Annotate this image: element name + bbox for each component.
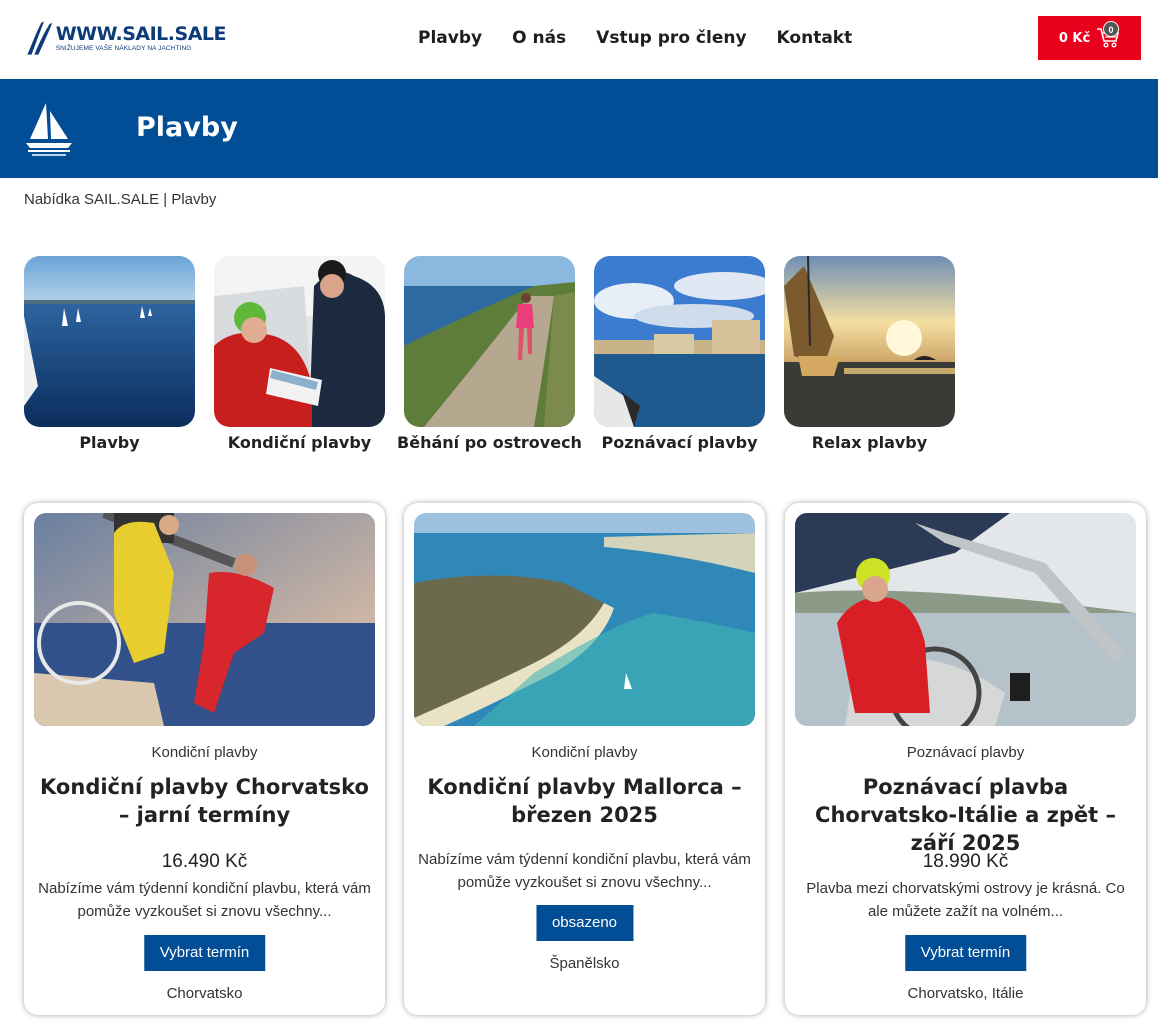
select-date-button[interactable]: Vybrat termín (904, 935, 1027, 971)
cart-price: 0 Kč (1058, 30, 1091, 46)
product-price: 18.990 Kč (922, 851, 1009, 872)
product-image[interactable] (414, 513, 755, 726)
product-category: Poznávací plavby (906, 744, 1025, 761)
product-card: Kondiční plavby Kondiční plavby Chorvats… (24, 503, 385, 1015)
product-description: Nabízíme vám týdenní kondiční plavbu, kt… (38, 880, 371, 920)
product-description: Plavba mezi chorvatskými ostrovy je krás… (806, 880, 1125, 920)
cart-count-badge: 0 (1103, 21, 1119, 37)
category-label[interactable]: Plavby (79, 432, 139, 454)
category-image[interactable] (594, 256, 765, 427)
product-title[interactable]: Poznávací plavba Chorvatsko-Itálie a zpě… (795, 773, 1136, 857)
product-card: Poznávací plavby Poznávací plavba Chorva… (785, 503, 1146, 1015)
logo-title: WWW.SAIL.SALE (55, 22, 227, 45)
nav-item-o-nas[interactable]: O nás (512, 27, 566, 49)
product-description: Nabízíme vám týdenní kondiční plavbu, kt… (418, 851, 751, 891)
category-image[interactable] (404, 256, 575, 427)
breadcrumb-home-link[interactable]: Nabídka SAIL.SALE (24, 191, 159, 208)
category-label[interactable]: Běhání po ostrovech (397, 432, 582, 454)
breadcrumb-separator: | (159, 191, 172, 208)
page-title: Plavby (136, 112, 238, 143)
product-category: Kondiční plavby (151, 744, 258, 761)
category-label[interactable]: Kondiční plavby (228, 432, 371, 454)
category-image[interactable] (784, 256, 955, 427)
site-header: WWW.SAIL.SALE SNIŽUJEME VAŠE NÁKLADY NA … (0, 0, 1158, 79)
logo-tagline: SNIŽUJEME VAŠE NÁKLADY NA JACHTING (55, 44, 192, 52)
sail-logo-icon (27, 21, 53, 55)
category-poznavaci-plavby[interactable]: Poznávací plavby (594, 256, 765, 454)
select-date-button[interactable]: Vybrat termín (143, 935, 266, 971)
nav-item-plavby[interactable]: Plavby (418, 27, 482, 49)
product-location: Chorvatsko (166, 985, 243, 1002)
category-list: Plavby Kondiční plavby Běhání po ostrove… (24, 256, 974, 454)
site-logo[interactable]: WWW.SAIL.SALE SNIŽUJEME VAŠE NÁKLADY NA … (26, 12, 227, 64)
product-price: 16.490 Kč (161, 851, 248, 872)
cart-button[interactable]: 0 Kč (1038, 16, 1141, 60)
product-title[interactable]: Kondiční plavby Chorvatsko – jarní termí… (34, 773, 375, 829)
product-title[interactable]: Kondiční plavby Mallorca – březen 2025 (414, 773, 755, 829)
category-label[interactable]: Relax plavby (812, 432, 927, 454)
nav-item-vstup-pro-cleny[interactable]: Vstup pro členy (596, 27, 746, 49)
product-location: Chorvatsko, Itálie (907, 985, 1024, 1002)
sailboat-icon (26, 103, 72, 156)
breadcrumb-current: Plavby (171, 191, 217, 208)
category-image[interactable] (214, 256, 385, 427)
product-location: Španělsko (549, 955, 620, 972)
main-nav: Plavby O nás Vstup pro členy Kontakt (418, 27, 882, 49)
product-image[interactable] (34, 513, 375, 726)
category-behani-po-ostrovech[interactable]: Běhání po ostrovech (397, 256, 582, 454)
category-relax-plavby[interactable]: Relax plavby (784, 256, 955, 454)
product-card: Kondiční plavby Kondiční plavby Mallorca… (404, 503, 765, 1015)
breadcrumb: Nabídka SAIL.SALE | Plavby (24, 191, 216, 208)
category-image[interactable] (24, 256, 195, 427)
sold-out-button[interactable]: obsazeno (535, 905, 634, 941)
page-banner: Plavby (0, 79, 1158, 178)
product-image[interactable] (795, 513, 1136, 726)
product-category: Kondiční plavby (531, 744, 638, 761)
category-plavby[interactable]: Plavby (24, 256, 195, 454)
category-label[interactable]: Poznávací plavby (601, 432, 757, 454)
nav-item-kontakt[interactable]: Kontakt (777, 27, 853, 49)
category-kondicni-plavby[interactable]: Kondiční plavby (214, 256, 385, 454)
